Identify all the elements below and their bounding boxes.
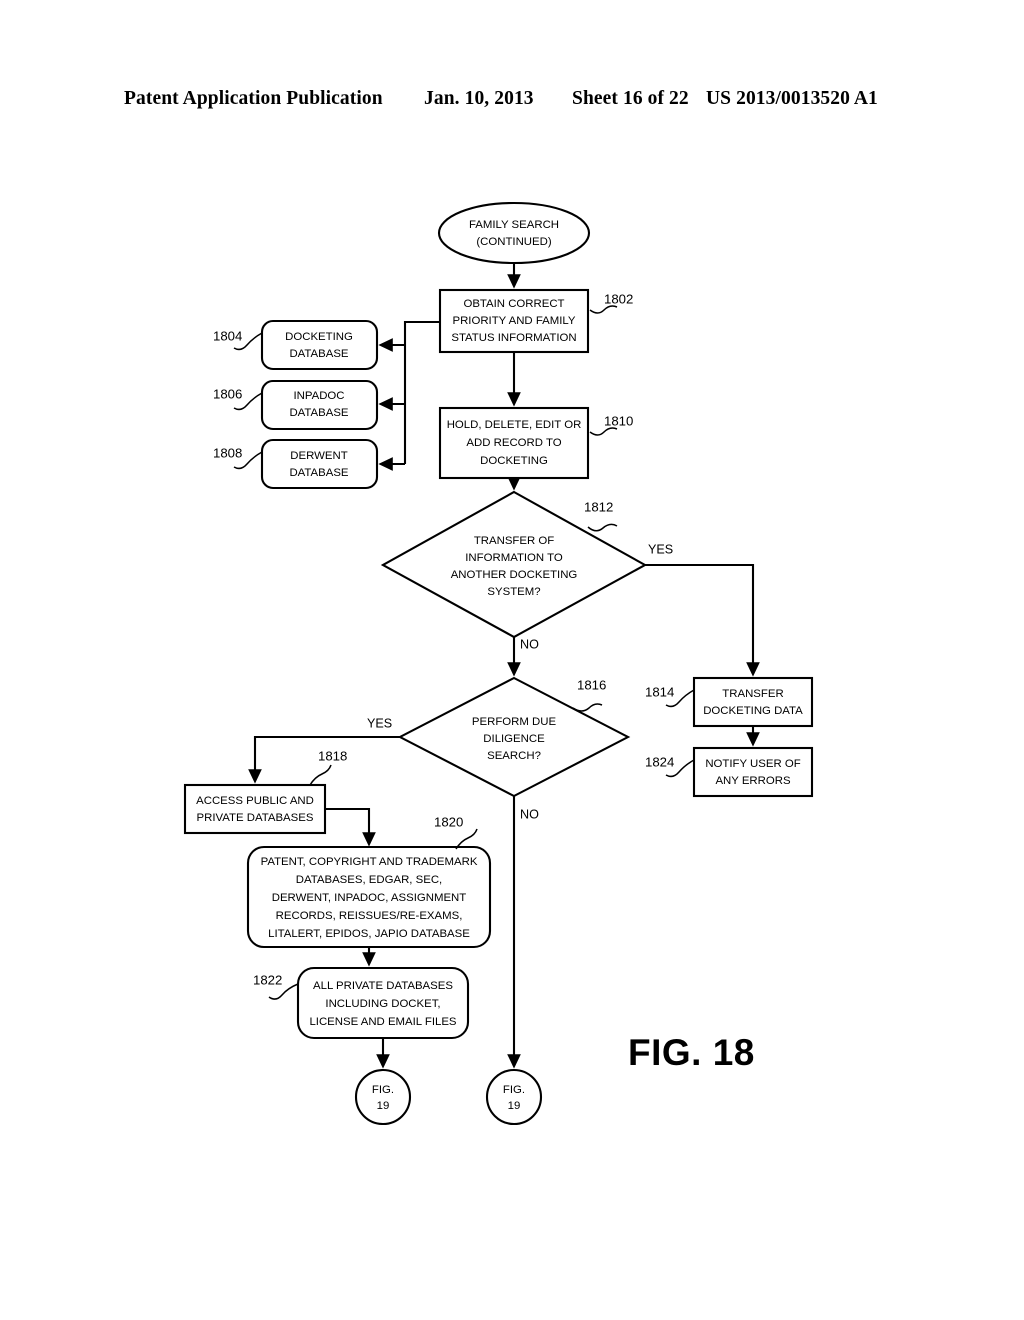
- node-1804-line-1: DOCKETING: [285, 331, 353, 343]
- node-1806-shape: [260, 379, 379, 431]
- node-1802-line-1: OBTAIN CORRECT: [463, 298, 564, 310]
- node-1810-line-2: ADD RECORD TO: [466, 437, 561, 449]
- refnum-1808: 1808: [213, 445, 242, 460]
- node-1824-line-2: ANY ERRORS: [715, 775, 791, 787]
- node-1802-obtain-correct-priority: OBTAIN CORRECT PRIORITY AND FAMILY STATU…: [438, 288, 633, 354]
- node-1818-shape: [183, 783, 327, 835]
- node-connector-fig19-left: FIG. 19: [354, 1068, 412, 1126]
- node-1820-line-1: PATENT, COPYRIGHT AND TRADEMARK: [261, 856, 478, 868]
- node-1804-docketing-database: DOCKETING DATABASE 1804: [213, 319, 379, 371]
- branch-1812-no: NO: [520, 637, 539, 651]
- node-family-search-start: FAMILY SEARCH (CONTINUED): [437, 201, 591, 265]
- node-1822-line-1: ALL PRIVATE DATABASES: [313, 980, 453, 992]
- node-1804-shape: [260, 319, 379, 371]
- branch-1816-yes: YES: [367, 716, 392, 730]
- refnum-1806: 1806: [213, 386, 242, 401]
- refnum-1824: 1824: [645, 754, 674, 769]
- patent-drawing-sheet: Patent Application Publication Jan. 10, …: [0, 0, 1024, 1320]
- node-1824-line-1: NOTIFY USER OF: [705, 758, 800, 770]
- node-1810-line-1: HOLD, DELETE, EDIT OR: [447, 419, 582, 431]
- node-connector-fig19-right: FIG. 19: [485, 1068, 543, 1126]
- node-1808-derwent-database: DERWENT DATABASE 1808: [213, 438, 379, 490]
- node-1814-line-2: DOCKETING DATA: [703, 705, 803, 717]
- node-1802-line-2: PRIORITY AND FAMILY: [452, 315, 575, 327]
- node-1804-line-2: DATABASE: [289, 348, 348, 360]
- node-1820-line-3: DERWENT, INPADOC, ASSIGNMENT: [272, 892, 467, 904]
- node-1808-line-2: DATABASE: [289, 467, 348, 479]
- node-1816-due-diligence-decision: PERFORM DUE DILIGENCE SEARCH? 1816 YES N…: [367, 676, 631, 821]
- node-1822-private-databases: ALL PRIVATE DATABASES INCLUDING DOCKET, …: [253, 966, 470, 1040]
- node-1810-line-3: DOCKETING: [480, 455, 548, 467]
- node-1820-line-2: DATABASES, EDGAR, SEC,: [296, 874, 442, 886]
- node-1816-line-2: DILIGENCE: [483, 733, 545, 745]
- node-1808-line-1: DERWENT: [290, 450, 347, 462]
- node-1822-line-2: INCLUDING DOCKET,: [325, 998, 440, 1010]
- node-1812-line-2: INFORMATION TO: [465, 552, 563, 564]
- flowchart-diagram: FAMILY SEARCH (CONTINUED) OBTAIN CORRECT…: [183, 201, 814, 1126]
- node-1812-line-3: ANOTHER DOCKETING: [451, 569, 578, 581]
- connector-1812-yes-to-1814: [645, 563, 760, 677]
- refnum-1822: 1822: [253, 972, 282, 987]
- start-oval-shape: [437, 201, 591, 265]
- node-1814-transfer-docketing-data: TRANSFER DOCKETING DATA 1814: [645, 676, 814, 728]
- refnum-1810: 1810: [604, 413, 633, 428]
- node-1814-line-1: TRANSFER: [722, 688, 783, 700]
- start-line-2: (CONTINUED): [476, 236, 552, 248]
- start-line-1: FAMILY SEARCH: [469, 219, 559, 231]
- refnum-1802: 1802: [604, 291, 633, 306]
- connector-right-line-2: 19: [508, 1100, 521, 1112]
- connector-right-line-1: FIG.: [503, 1084, 525, 1096]
- refnum-1816: 1816: [577, 677, 606, 692]
- node-1816-line-1: PERFORM DUE: [472, 716, 557, 728]
- node-1810-hold-delete-edit: HOLD, DELETE, EDIT OR ADD RECORD TO DOCK…: [438, 406, 633, 480]
- refnum-1818: 1818: [318, 748, 347, 763]
- leader-1818: [309, 764, 332, 786]
- node-1806-line-2: DATABASE: [289, 407, 348, 419]
- node-1802-line-3: STATUS INFORMATION: [451, 332, 576, 344]
- refnum-1812: 1812: [584, 499, 613, 514]
- node-1806-line-1: INPADOC: [293, 390, 344, 402]
- connector-1818-to-1820: [325, 807, 376, 847]
- leader-1802: [589, 305, 618, 314]
- connector-right-shape: [485, 1068, 543, 1126]
- branch-1816-no: NO: [520, 807, 539, 821]
- connector-1802-trunk: [403, 320, 440, 464]
- leader-1812: [587, 523, 618, 532]
- leader-1810: [589, 427, 618, 436]
- node-1808-shape: [260, 438, 379, 490]
- node-1818-access-databases: ACCESS PUBLIC AND PRIVATE DATABASES 1818: [183, 748, 347, 835]
- node-1816-line-3: SEARCH?: [487, 750, 541, 762]
- node-1812-line-1: TRANSFER OF: [474, 535, 554, 547]
- node-1824-notify-user: NOTIFY USER OF ANY ERRORS 1824: [645, 746, 814, 798]
- node-1820-line-4: RECORDS, REISSUES/RE-EXAMS,: [276, 910, 463, 922]
- node-1812-line-4: SYSTEM?: [487, 586, 540, 598]
- node-1822-line-3: LICENSE AND EMAIL FILES: [309, 1016, 456, 1028]
- node-1820-line-5: LITALERT, EPIDOS, JAPIO DATABASE: [268, 928, 470, 940]
- connector-left-line-2: 19: [377, 1100, 390, 1112]
- node-1818-line-2: PRIVATE DATABASES: [197, 812, 314, 824]
- leader-1816: [572, 703, 603, 712]
- branch-1812-yes: YES: [648, 542, 673, 556]
- node-1812-transfer-decision: TRANSFER OF INFORMATION TO ANOTHER DOCKE…: [380, 490, 673, 651]
- node-1824-shape: [692, 746, 814, 798]
- node-1806-inpadoc-database: INPADOC DATABASE 1806: [213, 379, 379, 431]
- connector-left-shape: [354, 1068, 412, 1126]
- node-1814-shape: [692, 676, 814, 728]
- node-1818-line-1: ACCESS PUBLIC AND: [196, 795, 314, 807]
- connector-left-line-1: FIG.: [372, 1084, 394, 1096]
- refnum-1804: 1804: [213, 328, 242, 343]
- refnum-1820: 1820: [434, 814, 463, 829]
- refnum-1814: 1814: [645, 684, 674, 699]
